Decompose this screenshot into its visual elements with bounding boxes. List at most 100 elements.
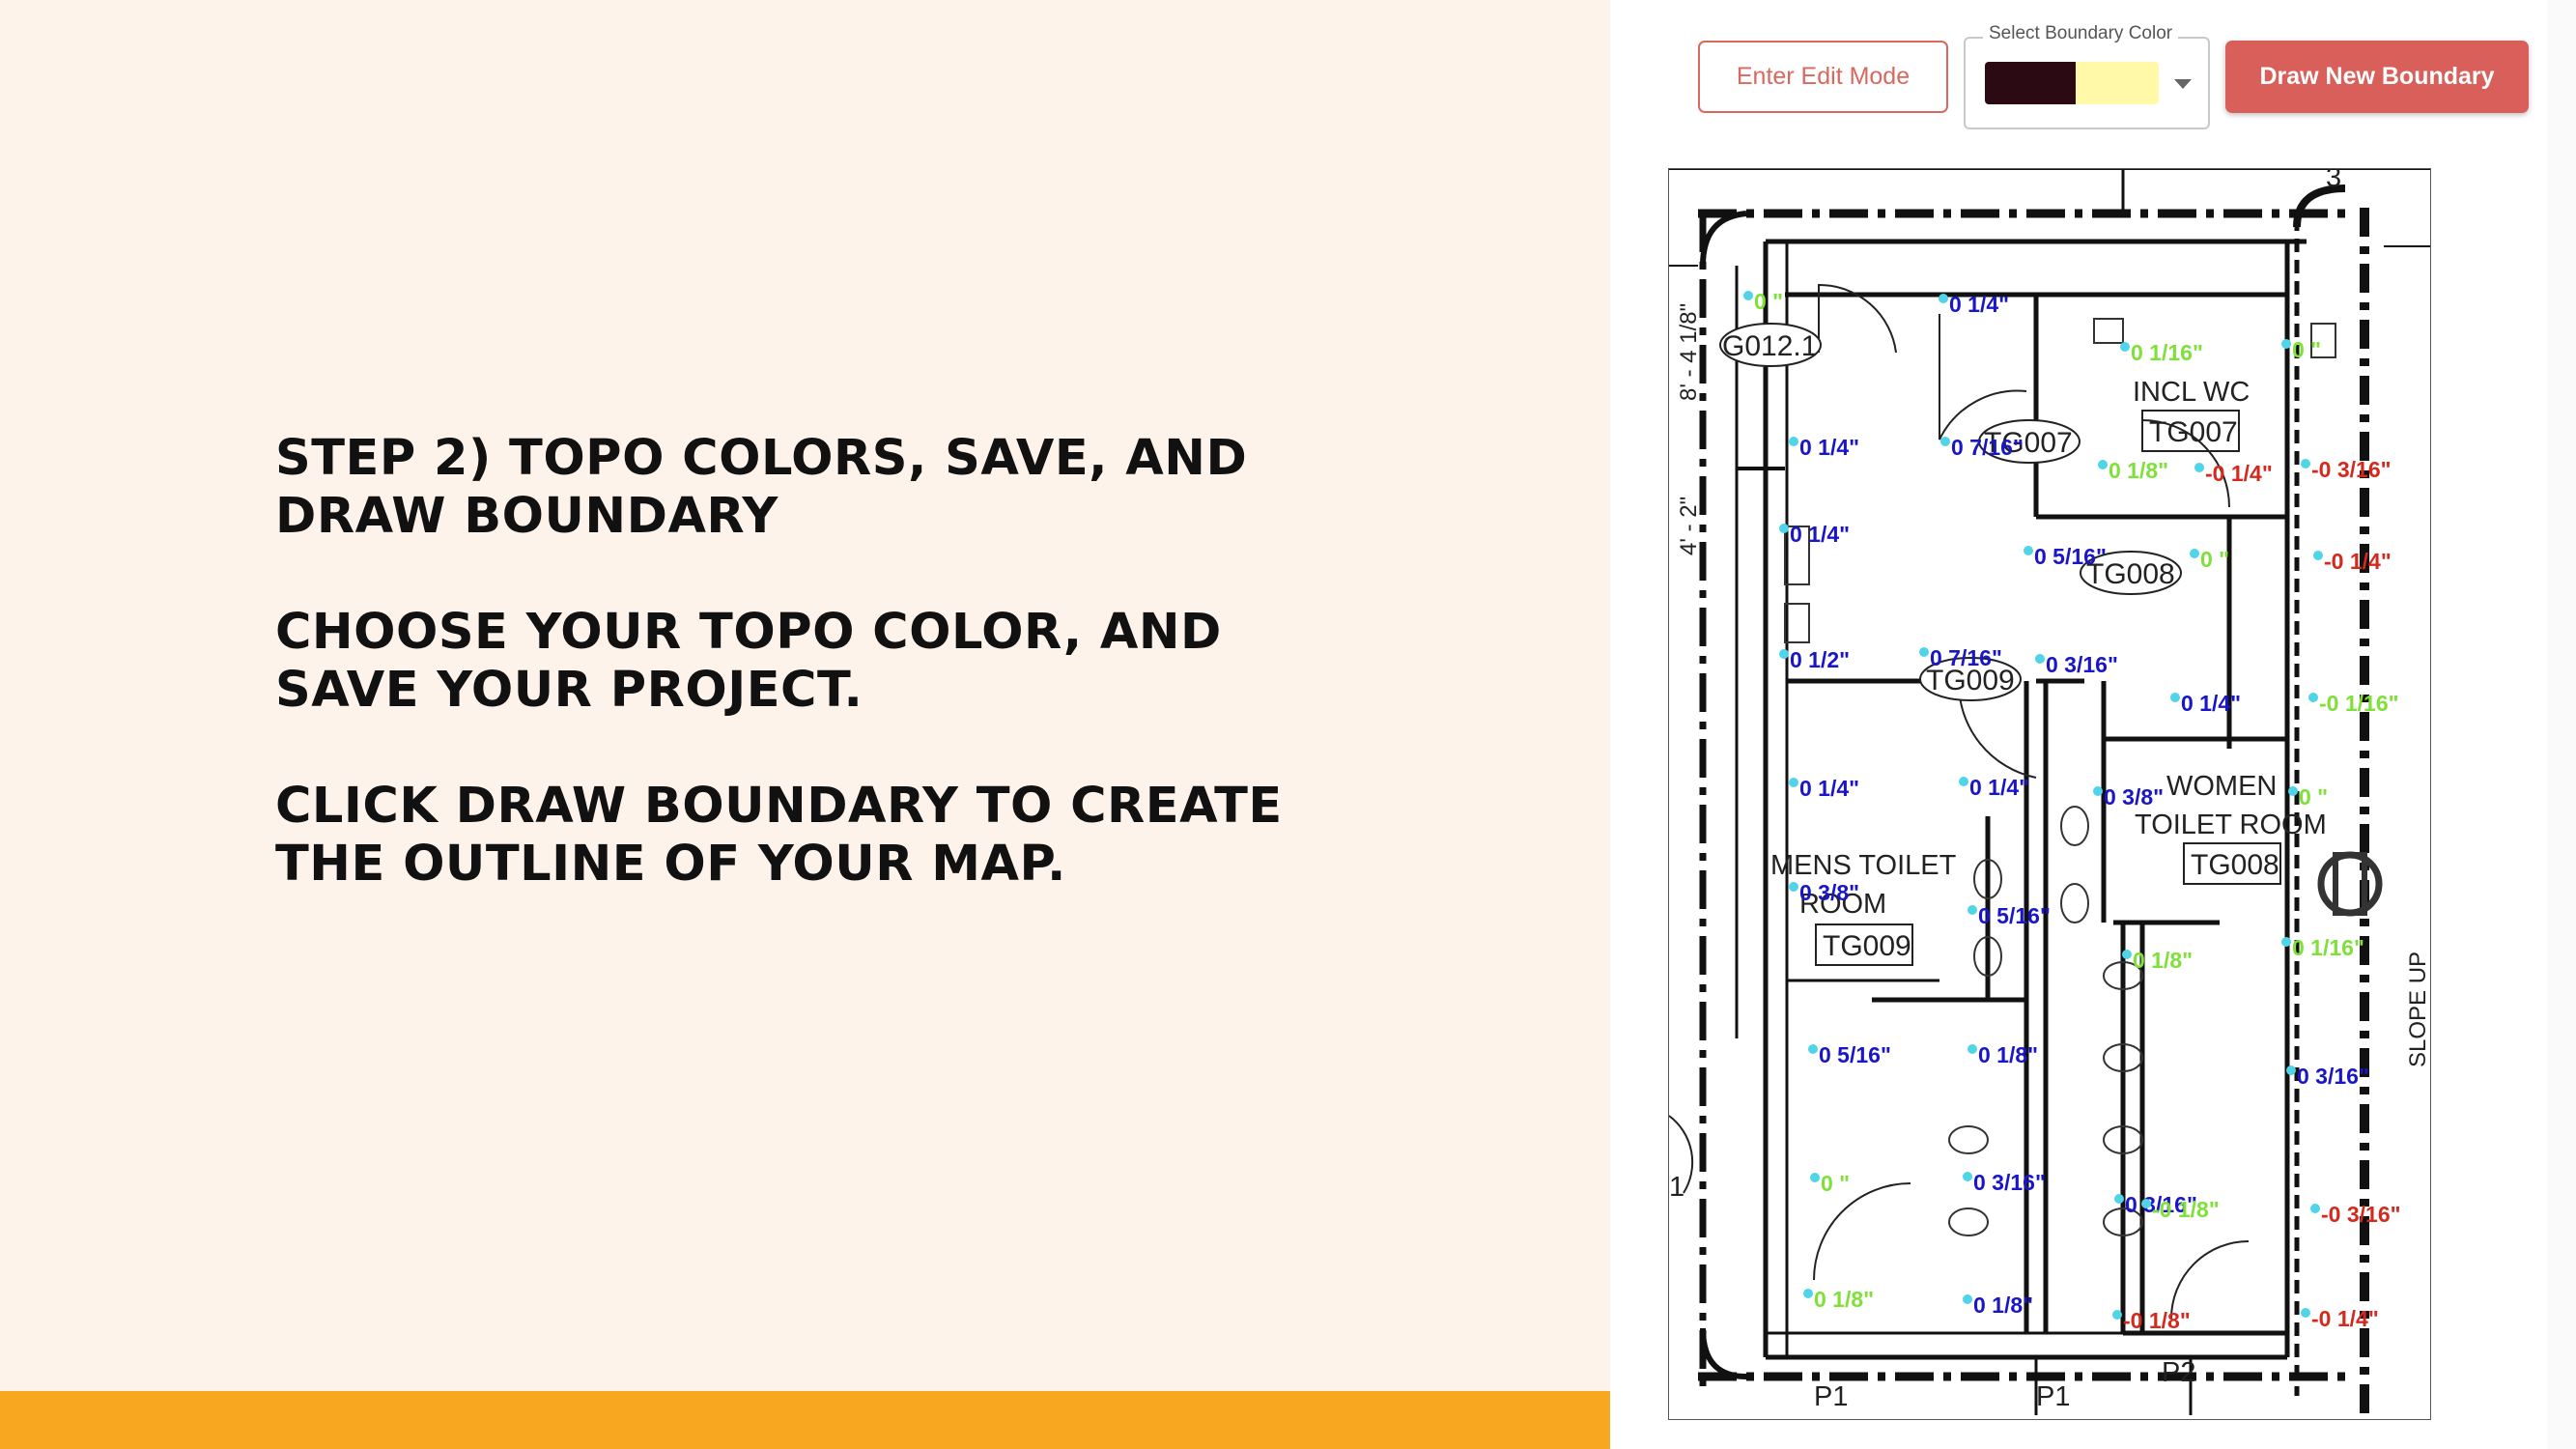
elevation-label: -0 1/8" (2123, 1308, 2191, 1333)
elevation-label: 0 1/8" (1978, 1042, 2038, 1067)
elevation-point-icon (1808, 1044, 1818, 1054)
room-name-incl-wc: INCL WC (2133, 377, 2250, 408)
elevation-label: 0 " (2299, 784, 2328, 810)
elevation-point-icon (2120, 342, 2130, 352)
elevation-label: 0 1/4" (1949, 292, 2009, 317)
instruction-slide: STEP 2) TOPO COLORS, SAVE, AND DRAW BOUN… (0, 0, 1610, 1391)
elevation-label: -0 1/16" (2319, 691, 2399, 716)
room-name-women: WOMEN (2166, 771, 2277, 802)
elevation-label: 0 " (2200, 547, 2229, 572)
elevation-point-icon (2288, 786, 2298, 796)
selected-color-swatch (1985, 62, 2159, 104)
elevation-point-icon (2112, 1310, 2122, 1320)
elevation-label: 0 3/8" (1799, 880, 1859, 905)
elevation-label: 0 1/8" (1814, 1287, 1874, 1312)
elevation-label: 0 3/16" (1973, 1170, 2046, 1195)
elevation-label: -0 3/16" (2311, 457, 2392, 482)
elevation-point-icon (2301, 1308, 2310, 1318)
accent-bar (0, 1391, 1610, 1449)
enter-edit-mode-button[interactable]: Enter Edit Mode (1698, 41, 1948, 113)
elevation-label: 0 1/4" (1799, 435, 1859, 460)
room-name-toilet-room: TOILET ROOM (2135, 810, 2327, 840)
elevation-point-icon (1967, 905, 1977, 915)
boundary-color-select-label: Select Boundary Color (1983, 23, 2179, 44)
elevation-label: 0 7/16" (1930, 645, 2002, 670)
dimension-label: 4' - 2" (1676, 497, 1702, 555)
grid-label-p2: P2 (2162, 1357, 2195, 1388)
elevation-label: 0 1/2" (1790, 647, 1850, 672)
elevation-label: 0 " (2292, 337, 2321, 362)
room-tag-tg008: TG008 (2191, 849, 2279, 881)
elevation-point-icon (2098, 460, 2108, 469)
room-tag-tg007: TG007 (2149, 416, 2238, 448)
elevation-point-icon (2308, 693, 2318, 702)
elevation-point-icon (1939, 294, 1948, 303)
elevation-label: -0 1/4" (2324, 549, 2392, 574)
elevation-point-icon (2122, 950, 2132, 959)
floorplan-map[interactable]: INCL WC TG007 WOMEN TOILET ROOM TG008 ME… (1668, 168, 2431, 1420)
elevation-label: 0 " (1754, 289, 1783, 314)
grid-label-p1: P1 (2036, 1381, 2070, 1412)
elevation-point-icon (2190, 549, 2199, 558)
swatch-dark (1985, 62, 2076, 104)
elevation-label: 0 " (1821, 1171, 1850, 1196)
elevation-label: 0 1/8" (2109, 458, 2168, 483)
elevation-point-icon (1743, 291, 1753, 300)
grid-label-3: 3 (2326, 169, 2341, 193)
dimension-label: 8' - 4 1/8" (1676, 303, 1702, 401)
floorplan-drawing: INCL WC TG007 WOMEN TOILET ROOM TG008 ME… (1669, 169, 2431, 1415)
elevation-point-icon (2281, 937, 2291, 947)
elevation-point-icon (1779, 649, 1789, 659)
elevation-label: 0 5/16" (2034, 544, 2107, 569)
draw-new-boundary-button[interactable]: Draw New Boundary (2225, 41, 2529, 113)
elevation-point-icon (2093, 786, 2103, 796)
elevation-label: 0 5/16" (1978, 903, 2051, 928)
elevation-label: 0 1/4" (1969, 775, 2029, 800)
elevation-point-icon (2313, 551, 2323, 560)
elevation-point-icon (1959, 777, 1968, 786)
elevation-point-icon (1789, 778, 1798, 787)
elevation-label: 0 7/16" (1951, 435, 2024, 460)
grid-bubble-label: 1 (1669, 1172, 1684, 1203)
elevation-point-icon (1940, 437, 1950, 446)
slope-note: SLOPE UP (2405, 952, 2431, 1067)
door-tag-g012: G012.1 (1722, 330, 1817, 362)
elevation-label: 0 1/16" (2292, 935, 2364, 960)
elevation-point-icon (2310, 1204, 2320, 1213)
elevation-label: 0 3/8" (2104, 784, 2164, 810)
elevation-point-icon (1803, 1289, 1813, 1298)
elevation-label: 0 5/16" (1819, 1042, 1891, 1067)
elevation-label: 0 1/8" (1973, 1293, 2033, 1318)
room-name-mens-toilet: MENS TOILET (1770, 850, 1957, 881)
elevation-label: -0 1/8" (2152, 1197, 2220, 1222)
elevation-point-icon (1789, 437, 1798, 446)
instruction-draw-boundary: CLICK DRAW BOUNDARY TO CREATE THE OUTLIN… (275, 778, 1283, 893)
elevation-label: 0 1/8" (2133, 948, 2193, 973)
chevron-down-icon[interactable] (2174, 79, 2192, 89)
panel-edge (2547, 0, 2576, 1449)
elevation-point-icon (1967, 1044, 1977, 1054)
elevation-label: 0 1/4" (1790, 522, 1850, 547)
elevation-point-icon (2141, 1199, 2151, 1208)
elevation-point-icon (2194, 463, 2204, 472)
elevation-point-icon (1810, 1173, 1820, 1182)
room-tag-tg009: TG009 (1823, 930, 1911, 962)
swatch-light (2075, 62, 2159, 104)
elevation-point-icon (1963, 1294, 1972, 1304)
elevation-label: 0 3/16" (2046, 652, 2118, 677)
elevation-point-icon (1919, 647, 1929, 657)
elevation-point-icon (2170, 693, 2180, 702)
elevation-label: 0 3/16" (2297, 1064, 2369, 1089)
grid-label-p1: P1 (1814, 1381, 1848, 1412)
elevation-label: -0 1/4" (2311, 1306, 2379, 1331)
elevation-point-icon (2024, 546, 2033, 555)
elevation-point-icon (2281, 339, 2291, 349)
elevation-point-icon (2114, 1194, 2124, 1204)
elevation-point-icon (2286, 1065, 2296, 1075)
elevation-point-icon (1789, 882, 1798, 892)
elevation-label: 0 1/16" (2131, 340, 2203, 365)
elevation-point-icon (2301, 459, 2310, 469)
elevation-point-icon (2035, 654, 2045, 664)
instruction-choose-color: CHOOSE YOUR TOPO COLOR, AND SAVE YOUR PR… (275, 604, 1222, 719)
boundary-color-select[interactable]: Select Boundary Color (1964, 23, 2210, 129)
